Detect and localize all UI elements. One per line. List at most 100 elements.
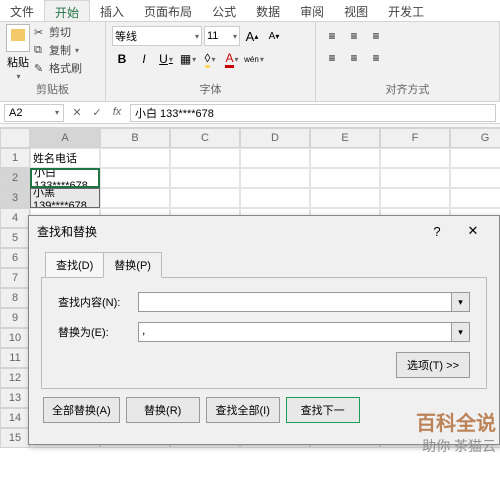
column-header[interactable]: B	[100, 128, 170, 148]
row-header[interactable]: 12	[0, 368, 30, 388]
fill-color-button[interactable]: ◊▾	[200, 49, 220, 69]
tab-layout[interactable]: 页面布局	[134, 0, 202, 21]
formula-bar[interactable]: 小白 133****678	[130, 104, 496, 122]
row-header[interactable]: 4	[0, 208, 30, 228]
confirm-edit-button[interactable]: ✓	[88, 106, 106, 119]
cell[interactable]	[380, 148, 450, 168]
cancel-edit-button[interactable]: ✕	[68, 106, 86, 119]
cell[interactable]	[450, 148, 500, 168]
row-header[interactable]: 3	[0, 188, 30, 208]
find-history-dropdown[interactable]: ▾	[452, 292, 470, 312]
cell[interactable]	[450, 188, 500, 208]
cut-button[interactable]: ✂剪切	[34, 24, 82, 40]
row-header[interactable]: 13	[0, 388, 30, 408]
row-header[interactable]: 5	[0, 228, 30, 248]
row-header[interactable]: 14	[0, 408, 30, 428]
cell[interactable]	[240, 168, 310, 188]
tab-find[interactable]: 查找(D)	[45, 252, 104, 278]
align-middle-button[interactable]: ≡	[344, 26, 364, 46]
find-all-button[interactable]: 查找全部(I)	[206, 397, 280, 423]
format-painter-button[interactable]: ✎格式刷	[34, 60, 82, 76]
cell[interactable]	[100, 188, 170, 208]
bold-button[interactable]: B	[112, 49, 132, 69]
cell[interactable]: 小黑 139****678	[30, 188, 100, 208]
replace-history-dropdown[interactable]: ▾	[452, 322, 470, 342]
copy-button[interactable]: ⧉复制▾	[34, 42, 82, 58]
cell[interactable]: 姓名电话	[30, 148, 100, 168]
cell[interactable]	[170, 148, 240, 168]
cell[interactable]	[170, 168, 240, 188]
cell[interactable]	[100, 168, 170, 188]
row-header[interactable]: 6	[0, 248, 30, 268]
column-header[interactable]: C	[170, 128, 240, 148]
align-left-button[interactable]: ≡	[322, 48, 342, 68]
align-bottom-button[interactable]: ≡	[366, 26, 386, 46]
replace-input[interactable]: ,	[138, 322, 452, 342]
cell[interactable]	[310, 148, 380, 168]
paste-button[interactable]: 粘贴 ▾	[6, 24, 30, 81]
column-header[interactable]: F	[380, 128, 450, 148]
watermark-title: 百科全说	[416, 407, 496, 436]
row-header[interactable]: 7	[0, 268, 30, 288]
phonetic-button[interactable]: wén▾	[244, 49, 264, 69]
font-size-select[interactable]: 11▾	[204, 26, 240, 46]
alignment-group: ≡ ≡ ≡ ≡ ≡ ≡ 对齐方式	[316, 22, 500, 101]
tab-data[interactable]: 数据	[246, 0, 290, 21]
cell[interactable]	[170, 188, 240, 208]
column-header[interactable]: E	[310, 128, 380, 148]
increase-font-button[interactable]: A▴	[242, 26, 262, 46]
replace-all-button[interactable]: 全部替换(A)	[43, 397, 120, 423]
cell[interactable]: 小白 133****678	[30, 168, 100, 188]
underline-button[interactable]: U▾	[156, 49, 176, 69]
decrease-font-button[interactable]: A▾	[264, 26, 284, 46]
paste-icon	[6, 24, 30, 52]
tab-review[interactable]: 审阅	[290, 0, 334, 21]
row-header[interactable]: 10	[0, 328, 30, 348]
cell[interactable]	[450, 168, 500, 188]
find-next-button[interactable]: 查找下一	[286, 397, 360, 423]
tab-developer[interactable]: 开发工	[378, 0, 434, 21]
row-header[interactable]: 11	[0, 348, 30, 368]
copy-icon: ⧉	[34, 44, 46, 56]
close-button[interactable]: ✕	[455, 219, 491, 243]
align-top-button[interactable]: ≡	[322, 26, 342, 46]
cell[interactable]	[310, 188, 380, 208]
name-box[interactable]: A2▾	[4, 104, 64, 122]
dialog-titlebar[interactable]: 查找和替换 ? ✕	[29, 216, 499, 246]
font-name-select[interactable]: 等线▾	[112, 26, 202, 46]
row-header[interactable]: 9	[0, 308, 30, 328]
select-all-corner[interactable]	[0, 128, 30, 148]
font-group: 等线▾ 11▾ A▴ A▾ B I U▾ ▦▾ ◊▾ A▾ wén▾ 字体	[106, 22, 316, 101]
font-group-label: 字体	[112, 81, 309, 99]
align-center-button[interactable]: ≡	[344, 48, 364, 68]
font-color-button[interactable]: A▾	[222, 49, 242, 69]
tab-formula[interactable]: 公式	[202, 0, 246, 21]
tab-view[interactable]: 视图	[334, 0, 378, 21]
column-header[interactable]: D	[240, 128, 310, 148]
find-input[interactable]	[138, 292, 452, 312]
align-right-button[interactable]: ≡	[366, 48, 386, 68]
row-header[interactable]: 2	[0, 168, 30, 188]
replace-label: 替换为(E):	[58, 324, 138, 340]
column-header[interactable]: A	[30, 128, 100, 148]
cell[interactable]	[100, 148, 170, 168]
tab-home[interactable]: 开始	[44, 0, 90, 21]
options-button[interactable]: 选项(T) >>	[396, 352, 470, 378]
help-button[interactable]: ?	[419, 219, 455, 243]
tab-insert[interactable]: 插入	[90, 0, 134, 21]
row-header[interactable]: 8	[0, 288, 30, 308]
cell[interactable]	[310, 168, 380, 188]
row-header[interactable]: 1	[0, 148, 30, 168]
replace-button[interactable]: 替换(R)	[126, 397, 200, 423]
cell[interactable]	[240, 148, 310, 168]
cell[interactable]	[380, 188, 450, 208]
column-header[interactable]: G	[450, 128, 500, 148]
cell[interactable]	[240, 188, 310, 208]
cell[interactable]	[380, 168, 450, 188]
tab-replace[interactable]: 替换(P)	[103, 252, 162, 278]
italic-button[interactable]: I	[134, 49, 154, 69]
border-button[interactable]: ▦▾	[178, 49, 198, 69]
fx-button[interactable]: fx	[108, 106, 126, 119]
tab-file[interactable]: 文件	[0, 0, 44, 21]
row-header[interactable]: 15	[0, 428, 30, 448]
